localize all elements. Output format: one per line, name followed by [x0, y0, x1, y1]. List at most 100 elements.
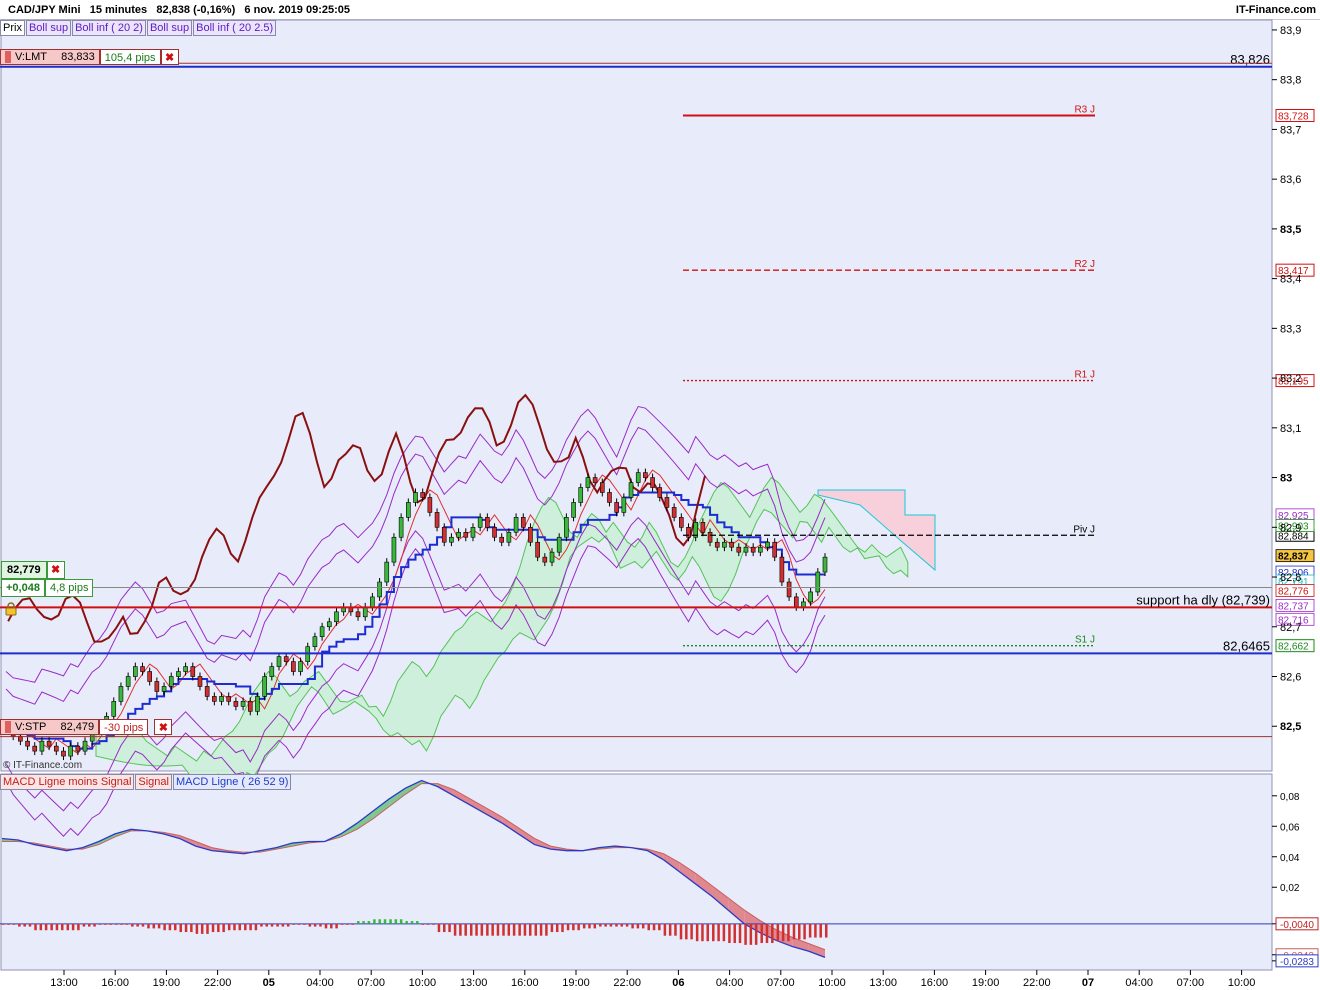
level-price-label: 82,662 — [1278, 642, 1309, 653]
stop-order-badge[interactable]: V:STP 82,479 -30 pips ✖ — [0, 719, 173, 735]
close-position-icon[interactable]: ✖ — [46, 561, 65, 579]
level-name: R2 J — [1074, 259, 1095, 270]
candle-body — [822, 556, 828, 573]
macd-histogram-bar — [405, 921, 408, 924]
x-tick-label: 07:00 — [767, 977, 795, 989]
macd-histogram-bar — [260, 923, 263, 927]
macd-histogram-bar — [152, 923, 156, 929]
macd-histogram-bar — [217, 923, 220, 933]
macd-histogram-bar — [244, 923, 247, 931]
indicator-tab[interactable]: Boll inf ( 20 2.5) — [193, 20, 277, 36]
candle-body — [111, 701, 117, 717]
macd-histogram-bar — [658, 923, 661, 931]
macd-histogram-bar — [825, 923, 828, 938]
candle-body — [190, 666, 196, 677]
candle-body — [635, 472, 641, 483]
level-name: R1 J — [1074, 370, 1095, 381]
macd-histogram-bar — [98, 923, 102, 925]
indicator-tab[interactable]: MACD Ligne ( 26 52 9) — [172, 774, 292, 790]
macd-histogram-bar — [39, 923, 43, 931]
x-tick-label: 19:00 — [972, 977, 1000, 989]
candle-body — [118, 686, 124, 702]
indicator-tab[interactable]: Boll sup — [146, 20, 193, 36]
macd-histogram-bar — [351, 923, 354, 925]
order-handle-icon[interactable] — [5, 51, 11, 63]
y-tick-label: 82,5 — [1280, 721, 1301, 733]
macd-histogram-bar — [480, 923, 484, 936]
y-tick-label: 83,8 — [1280, 75, 1301, 87]
position-price[interactable]: 82,779 — [1, 561, 47, 579]
macd-histogram-bar — [421, 923, 425, 925]
x-tick-label: 16:00 — [101, 977, 129, 989]
macd-histogram-bar — [270, 923, 274, 927]
candle-body — [46, 740, 52, 747]
chart-canvas: 83,826R3 J83,728R2 J83,417R1 J83,195Piv … — [0, 19, 1320, 990]
candle-body — [312, 636, 318, 647]
macd-histogram-bar — [502, 923, 505, 936]
candle-body — [413, 492, 418, 503]
macd-histogram-bar — [303, 923, 306, 925]
candle-body — [729, 541, 734, 548]
macd-histogram-bar — [712, 923, 715, 942]
macd-histogram-bar — [647, 923, 650, 931]
macd-panel — [0, 773, 1273, 971]
x-tick-label: 19:00 — [153, 977, 181, 989]
macd-histogram-bar — [34, 923, 37, 931]
limit-order-badge[interactable]: V:LMT 83,833 105,4 pips ✖ — [0, 49, 179, 65]
candle-body — [707, 531, 713, 543]
candle-body — [722, 541, 727, 548]
x-tick-label: 19:00 — [562, 977, 590, 989]
close-limit-order-icon[interactable]: ✖ — [160, 49, 179, 65]
macd-histogram-bar — [340, 923, 344, 925]
indicator-tab[interactable]: Boll inf ( 20 2) — [72, 20, 146, 36]
price-label: 82,737 — [1278, 601, 1309, 612]
indicator-tab[interactable]: Prix — [0, 20, 25, 36]
indicator-tab[interactable]: Boll sup — [25, 20, 72, 36]
candle-body — [607, 492, 612, 503]
candle-body — [441, 526, 447, 543]
candle-body — [758, 546, 763, 553]
macd-histogram-bar — [114, 923, 118, 925]
close-stop-order-icon[interactable]: ✖ — [154, 719, 173, 735]
indicator-tab[interactable]: Signal — [135, 774, 172, 790]
macd-histogram-bar — [416, 921, 419, 924]
stop-order-label[interactable]: V:STP 82,479 — [0, 719, 100, 735]
macd-histogram-bar — [491, 923, 494, 936]
macd-histogram-bar — [803, 923, 806, 940]
position-box[interactable]: 82,779 ✖ +0,048 4,8 pips — [1, 561, 94, 597]
candle-body — [664, 497, 670, 508]
macd-histogram-bar — [760, 923, 763, 944]
macd-histogram-bar — [539, 923, 543, 936]
macd-histogram-bar — [609, 923, 613, 927]
candle-body — [176, 671, 181, 677]
candle-body — [276, 656, 282, 667]
candle-body — [319, 626, 325, 638]
lock-icon[interactable] — [4, 602, 18, 616]
macd-histogram-bar — [18, 923, 21, 927]
macd-histogram-bar — [518, 923, 521, 936]
candle-body — [657, 487, 663, 498]
candle-body — [492, 526, 497, 538]
macd-histogram-bar — [437, 923, 441, 933]
macd-histogram-bar — [141, 923, 145, 927]
macd-histogram-bar — [383, 919, 387, 924]
macd-histogram-bar — [819, 923, 822, 938]
y-tick-label: 83,4 — [1280, 274, 1301, 286]
y-tick-label: 83,3 — [1280, 323, 1301, 335]
macd-histogram-bar — [163, 923, 166, 931]
macd-histogram-bar — [453, 923, 457, 936]
x-tick-label: 22:00 — [1023, 977, 1051, 989]
macd-histogram-bar — [814, 923, 817, 938]
macd-histogram-bar — [652, 923, 656, 931]
order-handle-icon[interactable] — [5, 721, 11, 733]
macd-tick-label: 0,04 — [1280, 853, 1300, 864]
limit-order-label[interactable]: V:LMT 83,833 — [0, 49, 100, 65]
x-tick-label: 13:00 — [460, 977, 488, 989]
macd-histogram-bar — [599, 923, 602, 927]
candle-body — [39, 740, 45, 752]
candle-body — [255, 696, 260, 712]
indicator-tab[interactable]: MACD Ligne moins Signal — [0, 774, 135, 790]
macd-histogram-bar — [373, 919, 376, 924]
macd-histogram-bar — [346, 923, 349, 925]
x-tick-label: 04:00 — [306, 977, 334, 989]
